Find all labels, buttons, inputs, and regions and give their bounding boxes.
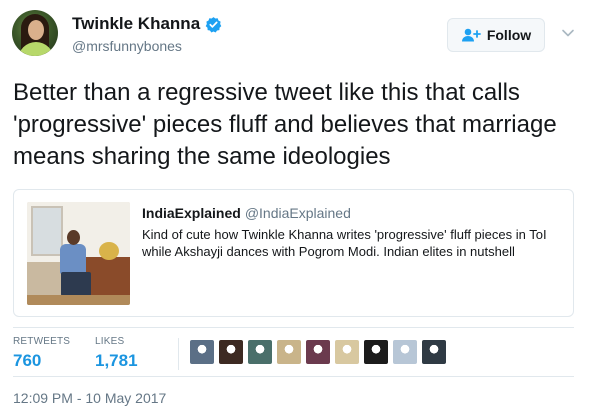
image-person-body (60, 244, 86, 274)
liker-avatar[interactable] (219, 340, 243, 364)
retweets-stat[interactable]: RETWEETS 760 (13, 336, 70, 371)
tweet-text: Better than a regressive tweet like this… (13, 79, 557, 170)
image-window (31, 206, 63, 256)
retweets-count[interactable]: 760 (13, 351, 70, 371)
quoted-author-handle: @IndiaExplained (244, 205, 351, 221)
author-handle[interactable]: @mrsfunnybones (72, 38, 182, 54)
chevron-down-icon[interactable] (561, 26, 575, 40)
image-flowers (99, 242, 119, 260)
quoted-tweet[interactable]: IndiaExplained @IndiaExplained Kind of c… (13, 189, 574, 317)
likes-count[interactable]: 1,781 (95, 351, 138, 371)
author-display-name[interactable]: Twinkle Khanna (72, 14, 200, 34)
tweet-timestamp[interactable]: 12:09 PM - 10 May 2017 (13, 390, 166, 406)
likes-label: LIKES (95, 336, 125, 347)
follow-button[interactable]: Follow (447, 18, 545, 52)
author-avatar[interactable] (12, 10, 58, 56)
divider (13, 376, 574, 377)
likes-stat[interactable]: LIKES 1,781 (95, 336, 138, 371)
liker-avatar[interactable] (364, 340, 388, 364)
author-name-row[interactable]: Twinkle Khanna (72, 14, 222, 34)
quoted-tweet-image (27, 202, 130, 305)
liker-avatar[interactable] (277, 340, 301, 364)
image-person-legs (61, 272, 91, 296)
image-rug (27, 295, 130, 305)
liker-avatar[interactable] (393, 340, 417, 364)
liker-avatars (190, 340, 446, 364)
quoted-tweet-header: IndiaExplained @IndiaExplained (142, 205, 351, 221)
stats-separator (178, 338, 179, 370)
verified-badge-icon (205, 16, 222, 33)
liker-avatar[interactable] (306, 340, 330, 364)
liker-avatar[interactable] (190, 340, 214, 364)
quoted-author-name: IndiaExplained (142, 205, 241, 221)
liker-avatar[interactable] (248, 340, 272, 364)
image-person-head (67, 230, 80, 245)
follow-button-label: Follow (486, 27, 532, 43)
liker-avatar[interactable] (422, 340, 446, 364)
divider (13, 327, 574, 328)
quoted-tweet-text: Kind of cute how Twinkle Khanna writes '… (142, 227, 547, 259)
add-user-icon (461, 28, 481, 42)
avatar-face (28, 20, 44, 40)
retweets-label: RETWEETS (13, 336, 71, 347)
liker-avatar[interactable] (335, 340, 359, 364)
image-table (85, 257, 130, 295)
